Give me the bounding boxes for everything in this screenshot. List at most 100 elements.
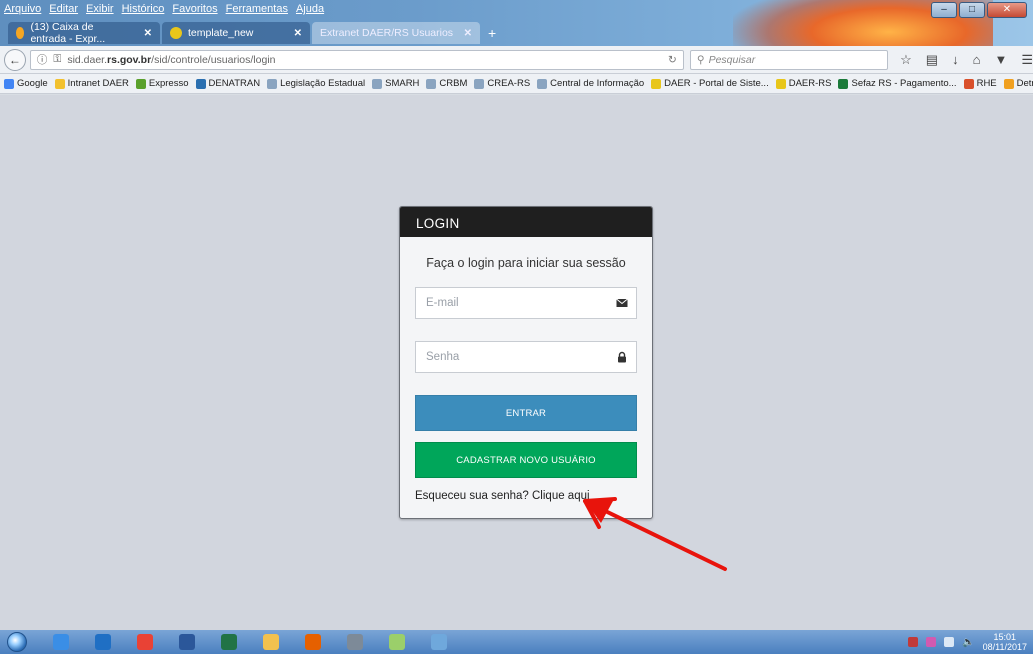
minimize-button[interactable]: – (931, 2, 957, 18)
tab-caixa-de-entrada[interactable]: (13) Caixa de entrada - Expr... ✕ (8, 21, 160, 45)
bookmark-item[interactable]: Central de Informação (537, 78, 644, 89)
close-tab-icon[interactable]: ✕ (464, 28, 472, 39)
close-window-button[interactable]: ✕ (987, 2, 1027, 18)
downloads-icon[interactable]: ↓ (952, 52, 959, 68)
window-controls: – □ ✕ (931, 2, 1027, 18)
network-icon[interactable] (944, 637, 955, 647)
bookmark-item[interactable]: Expresso (135, 78, 189, 89)
volume-icon[interactable]: 🔈 (962, 637, 974, 648)
taskbar-app-button[interactable] (382, 631, 412, 653)
tab-extranet-daer[interactable]: Extranet DAER/RS Usuarios ✕ (312, 22, 480, 44)
bookmark-label: Detran RS (1016, 78, 1033, 89)
clock-date: 08/11/2017 (982, 642, 1027, 652)
calculator-icon (347, 634, 363, 650)
bookmark-item[interactable]: Detran RS (1003, 78, 1033, 89)
red-annotation-arrow (583, 497, 727, 571)
taskbar-app-button[interactable] (256, 631, 286, 653)
lock-icon (618, 351, 626, 363)
email-input[interactable] (416, 288, 606, 318)
menu-item-editar[interactable]: Editar (49, 3, 78, 15)
bookmark-label: DAER - Portal de Siste... (664, 78, 769, 89)
close-tab-icon[interactable]: ✕ (144, 28, 152, 39)
bookmark-favicon-icon (135, 78, 146, 89)
address-bar[interactable]: ⓘ ⚿ sid.daer.rs.gov.br/sid/controle/usua… (29, 49, 684, 70)
taskbar-app-button[interactable] (88, 631, 118, 653)
home-icon[interactable]: ⌂ (973, 52, 981, 68)
forgot-password-link[interactable]: Esqueceu sua senha? Clique aqui (415, 490, 590, 502)
bookmark-label: DAER-RS (788, 78, 832, 89)
ie-icon (53, 634, 69, 650)
menu-item-exibir[interactable]: Exibir (86, 3, 114, 15)
password-input[interactable] (416, 342, 606, 372)
bookmark-item[interactable]: RHE (963, 78, 997, 89)
password-field[interactable] (415, 341, 637, 373)
bookmark-label: RHE (976, 78, 997, 89)
bookmark-item[interactable]: DAER-RS (775, 78, 832, 89)
taskbar-app-button[interactable] (424, 631, 454, 653)
bookmark-item[interactable]: Legislação Estadual (267, 78, 365, 89)
entrar-button[interactable]: ENTRAR (415, 395, 637, 431)
reading-list-icon[interactable]: ▤ (926, 52, 938, 68)
new-tab-button[interactable]: + (482, 22, 502, 44)
bookmark-item[interactable]: Intranet DAER (54, 78, 129, 89)
folder-icon (389, 634, 405, 650)
menu-item-ajuda[interactable]: Ajuda (296, 3, 324, 15)
maximize-button[interactable]: □ (959, 2, 985, 18)
windows-taskbar: 🔈 15:01 08/11/2017 (0, 630, 1033, 654)
system-clock[interactable]: 15:01 08/11/2017 (983, 632, 1027, 652)
taskbar-app-button[interactable] (130, 631, 160, 653)
envelope-icon (616, 298, 628, 307)
outlook-icon (95, 634, 111, 650)
daer-favicon-icon (170, 27, 182, 39)
bookmark-item[interactable]: Google (4, 78, 48, 89)
bookmark-favicon-icon (838, 78, 849, 89)
menu-item-arquivo[interactable]: Arquivo (4, 3, 41, 15)
bookmark-favicon-icon (267, 78, 278, 89)
menu-item-historico[interactable]: Histórico (122, 3, 165, 15)
antivirus-icon[interactable] (908, 637, 919, 647)
bookmark-item[interactable]: DAER - Portal de Siste... (651, 78, 769, 89)
reload-icon[interactable]: ↻ (668, 54, 677, 66)
taskbar-app-button[interactable] (172, 631, 202, 653)
bookmark-label: SMARH (385, 78, 420, 89)
taskbar-app-button[interactable] (46, 631, 76, 653)
bookmark-label: Central de Informação (550, 78, 645, 89)
url-path: /sid/controle/usuarios/login (151, 53, 276, 66)
tab-template-new[interactable]: template_new ✕ (162, 22, 310, 44)
search-icon: ⚲ (696, 53, 705, 66)
url-prefix: sid.daer. (67, 53, 108, 66)
register-user-button[interactable]: CADASTRAR NOVO USUÁRIO (415, 442, 637, 478)
bookmark-favicon-icon (195, 78, 206, 89)
bookmarks-bar: Google Intranet DAER Expresso DENATRAN Legis… (0, 74, 1033, 94)
menu-bar: Arquivo Editar Exibir Histórico Favorito… (4, 1, 324, 17)
taskbar-app-button[interactable] (340, 631, 370, 653)
email-field[interactable] (415, 287, 637, 319)
bookmark-item[interactable]: DENATRAN (195, 78, 260, 89)
taskbar-apps (34, 631, 454, 653)
bookmark-star-icon[interactable]: ☆ (900, 52, 912, 68)
bookmark-label: CREA-RS (487, 78, 531, 89)
back-button[interactable]: ← (4, 48, 26, 71)
search-box[interactable]: ⚲ Pesquisar (689, 49, 889, 70)
clock-time: 15:01 (993, 632, 1017, 642)
info-icon[interactable]: ⓘ (37, 52, 48, 67)
bookmark-item[interactable]: SMARH (372, 78, 419, 89)
bookmark-item[interactable]: Sefaz RS - Pagamento... (838, 78, 957, 89)
bookmark-item[interactable]: CRBM (426, 78, 467, 89)
close-tab-icon[interactable]: ✕ (294, 28, 302, 39)
expresso-favicon-icon (16, 27, 25, 39)
taskbar-app-button[interactable] (298, 631, 328, 653)
menu-hamburger-icon[interactable]: ☰ (1021, 52, 1033, 68)
taskbar-app-button[interactable] (214, 631, 244, 653)
notification-icon[interactable] (926, 637, 937, 647)
bookmark-favicon-icon (372, 78, 383, 89)
insecure-lock-icon[interactable]: ⚿ (53, 53, 61, 66)
bookmark-favicon-icon (963, 78, 974, 89)
start-button[interactable] (0, 630, 34, 654)
pocket-icon[interactable]: ▼ (994, 52, 1007, 68)
bookmark-item[interactable]: CREA-RS (474, 78, 530, 89)
menu-item-favoritos[interactable]: Favoritos (172, 3, 217, 15)
explorer-icon (263, 634, 279, 650)
bookmark-label: Google (17, 78, 48, 89)
menu-item-ferramentas[interactable]: Ferramentas (226, 3, 288, 15)
